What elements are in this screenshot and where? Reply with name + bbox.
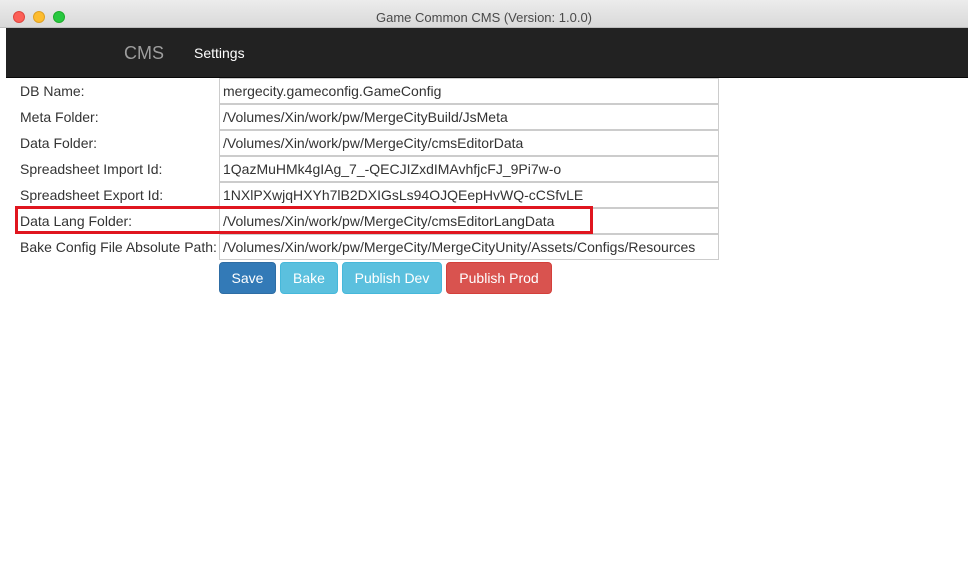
bake-config-path-input[interactable]: /Volumes/Xin/work/pw/MergeCity/MergeCity… (219, 234, 719, 260)
spreadsheet-import-id-input[interactable]: 1QazMuHMk4gIAg_7_-QECJIZxdIMAvhfjcFJ_9Pi… (219, 156, 719, 182)
meta-folder-input[interactable]: /Volumes/Xin/work/pw/MergeCityBuild/JsMe… (219, 104, 719, 130)
db-name-label: DB Name: (20, 83, 85, 99)
navbar: CMS Settings (6, 28, 968, 78)
publish-prod-button[interactable]: Publish Prod (446, 262, 552, 294)
db-name-input[interactable]: mergecity.gameconfig.GameConfig (219, 78, 719, 104)
meta-folder-label: Meta Folder: (20, 109, 99, 125)
data-folder-label: Data Folder: (20, 135, 98, 151)
save-button[interactable]: Save (219, 262, 276, 294)
nav-link-settings[interactable]: Settings (194, 45, 245, 61)
spreadsheet-export-id-input[interactable]: 1NXlPXwjqHXYh7lB2DXIGsLs94OJQEepHvWQ-cCS… (219, 182, 719, 208)
data-lang-folder-input[interactable]: /Volumes/Xin/work/pw/MergeCity/cmsEditor… (219, 208, 719, 234)
settings-form: DB Name: mergecity.gameconfig.GameConfig… (6, 78, 968, 585)
bake-config-path-label: Bake Config File Absolute Path: (20, 239, 217, 255)
bake-button[interactable]: Bake (280, 262, 338, 294)
data-lang-folder-label: Data Lang Folder: (20, 213, 133, 229)
data-folder-input[interactable]: /Volumes/Xin/work/pw/MergeCity/cmsEditor… (219, 130, 719, 156)
title-bar[interactable]: Game Common CMS (Version: 1.0.0) (0, 0, 968, 28)
spreadsheet-import-id-label: Spreadsheet Import Id: (20, 161, 163, 177)
publish-dev-button[interactable]: Publish Dev (342, 262, 442, 294)
window-title: Game Common CMS (Version: 1.0.0) (375, 10, 593, 25)
navbar-brand[interactable]: CMS (124, 43, 164, 64)
app-window: Game Common CMS (Version: 1.0.0) CMS Set… (0, 0, 968, 585)
spreadsheet-export-id-label: Spreadsheet Export Id: (20, 187, 164, 203)
